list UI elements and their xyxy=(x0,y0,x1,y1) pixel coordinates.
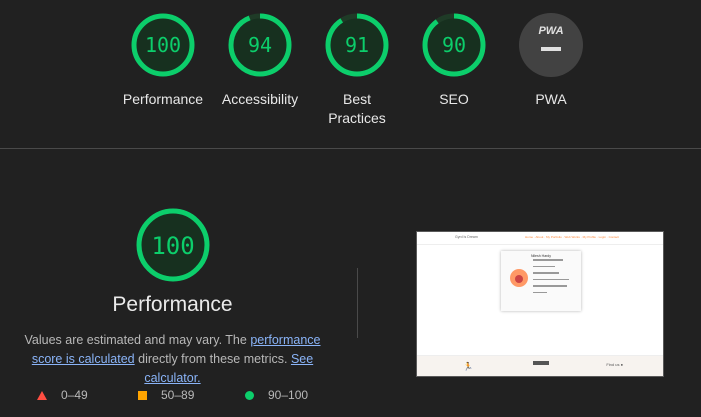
thumb-brand: Gyrd Is Dream xyxy=(455,235,478,239)
performance-score: 100 xyxy=(151,232,194,260)
gauge-label: PWA xyxy=(535,91,567,107)
note-text: directly from these metrics. xyxy=(134,352,291,366)
performance-detail: 100 Performance Values are estimated and… xyxy=(0,207,345,388)
legend-label: 0–49 xyxy=(61,388,88,402)
thumb-card-title: Nilesh Hardy xyxy=(530,254,552,258)
square-icon xyxy=(138,390,147,400)
section-divider xyxy=(0,148,701,149)
triangle-icon xyxy=(37,390,47,400)
legend-average: 50–89 xyxy=(138,388,194,402)
best-practices-score-ring: 91 xyxy=(325,13,389,77)
legend-fail: 0–49 xyxy=(37,388,88,402)
gauge-label: Accessibility xyxy=(221,91,299,107)
gauge-best-practices[interactable]: 91 Best Practices xyxy=(302,12,412,128)
gauge-accessibility[interactable]: 94 Accessibility xyxy=(205,12,315,109)
pwa-badge-text: PWA xyxy=(538,25,563,37)
gauge-score: 90 xyxy=(442,33,466,57)
seo-score-ring: 90 xyxy=(422,13,486,77)
performance-large-gauge: 100 xyxy=(136,208,209,282)
note-text: Values are estimated and may vary. The xyxy=(24,333,251,347)
gauge-seo[interactable]: 90 SEO xyxy=(399,12,509,109)
legend-label: 50–89 xyxy=(161,388,195,402)
performance-title: Performance xyxy=(112,293,233,316)
thumb-social-icons xyxy=(533,361,549,365)
gauge-label: SEO xyxy=(439,91,469,107)
thumb-footer-right: Find us ● xyxy=(606,362,623,367)
pwa-icon: PWA xyxy=(519,13,583,77)
circle-icon xyxy=(245,390,254,400)
performance-note: Values are estimated and may vary. The p… xyxy=(8,331,338,388)
gauge-label: Performance xyxy=(122,91,204,107)
thumb-profile-card: Nilesh Hardy xyxy=(501,251,581,311)
thumb-footer: 🏃 Find us ● xyxy=(417,355,663,376)
gauge-label: Best Practices xyxy=(328,91,386,126)
performance-score-ring: 100 xyxy=(131,13,195,77)
thumb-nav: Home · About · My Portfolio · Web Works … xyxy=(525,235,619,239)
vertical-divider xyxy=(357,268,358,338)
thumb-text-lines xyxy=(533,259,573,298)
pwa-dash xyxy=(541,47,561,51)
accessibility-score-ring: 94 xyxy=(228,13,292,77)
thumb-header: Gyrd Is Dream Home · About · My Portfoli… xyxy=(417,232,663,245)
score-gauges: 100 Performance 94 Accessibility 91 Best… xyxy=(0,12,701,142)
gauge-pwa[interactable]: PWA PWA xyxy=(496,12,606,109)
runner-icon: 🏃 xyxy=(463,362,473,371)
gauge-score: 91 xyxy=(345,33,369,57)
legend-label: 90–100 xyxy=(268,388,309,402)
legend-pass: 90–100 xyxy=(245,388,308,402)
score-legend: 0–49 50–89 90–100 xyxy=(0,388,345,406)
gauge-performance[interactable]: 100 Performance xyxy=(108,12,218,109)
gauge-score: 94 xyxy=(248,33,272,57)
gauge-score: 100 xyxy=(145,33,181,57)
final-screenshot-thumbnail[interactable]: Gyrd Is Dream Home · About · My Portfoli… xyxy=(416,231,664,377)
thumb-avatar xyxy=(510,269,528,287)
